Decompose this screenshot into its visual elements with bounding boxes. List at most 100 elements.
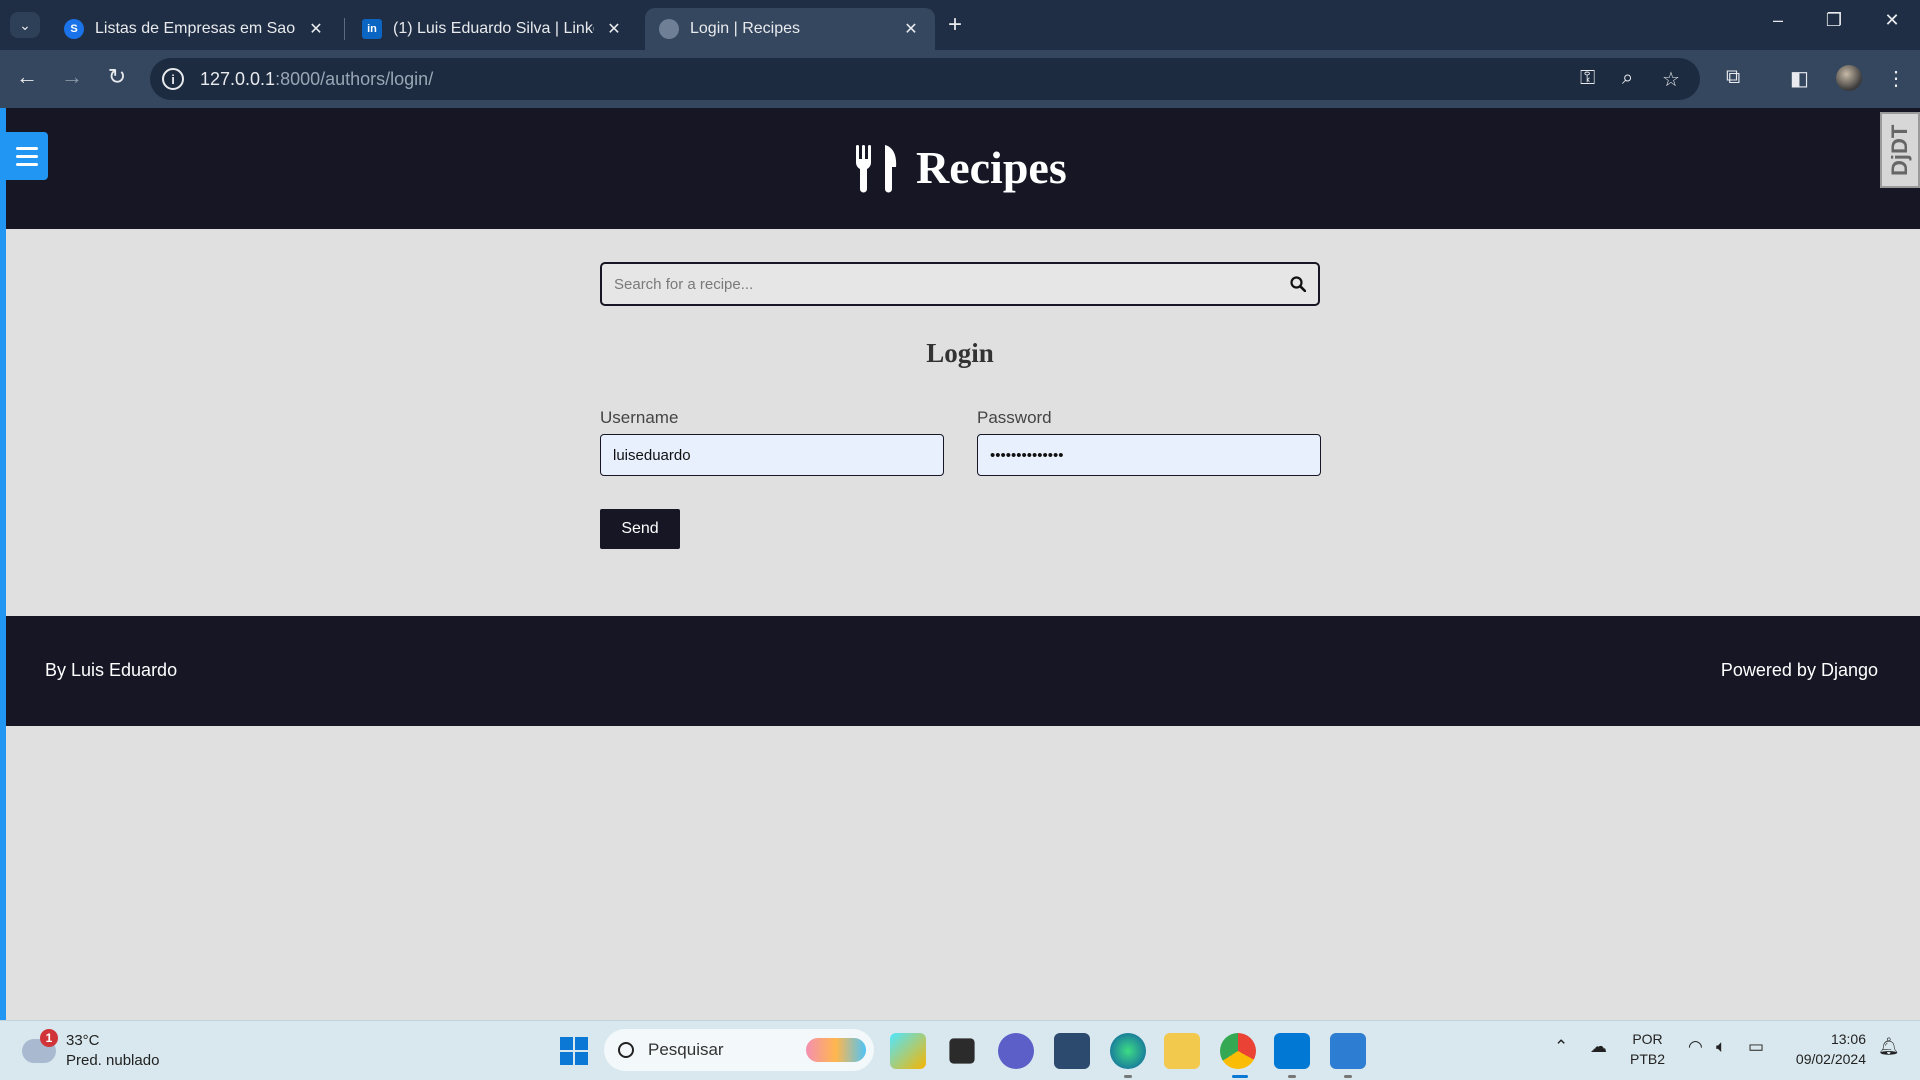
running-indicator xyxy=(1288,1075,1296,1078)
forecast: Pred. nublado xyxy=(66,1052,160,1069)
clock-date: 09/02/2024 xyxy=(1795,1051,1866,1067)
running-indicator xyxy=(1124,1075,1132,1078)
temperature: 33°C xyxy=(66,1032,100,1049)
extensions-icon[interactable]: ⧉ xyxy=(1726,66,1740,89)
password-field[interactable]: •••••••••••••• xyxy=(977,434,1321,476)
close-icon[interactable]: ✕ xyxy=(604,19,624,39)
tab-title: Listas de Empresas em Sao Paul xyxy=(95,20,296,37)
search-icon xyxy=(618,1042,634,1058)
url-text[interactable]: 127.0.0.1:8000/authors/login/ xyxy=(200,69,433,90)
hamburger-line xyxy=(16,162,38,166)
clock-time: 13:06 xyxy=(1830,1031,1866,1047)
vscode-icon[interactable] xyxy=(1274,1033,1310,1069)
site-header: Recipes DjDT xyxy=(6,108,1920,229)
minimize-button[interactable]: – xyxy=(1758,10,1798,31)
wifi-icon[interactable]: ◠ xyxy=(1688,1037,1703,1057)
linkedin-icon: in xyxy=(362,19,382,39)
footer-powered-by: Powered by Django xyxy=(1720,660,1878,680)
file-explorer-icon[interactable] xyxy=(1164,1033,1200,1069)
keyboard-layout: PTB2 xyxy=(1630,1051,1666,1067)
password-label: Password xyxy=(977,408,1052,427)
clock[interactable]: 13:06 09/02/2024 xyxy=(1786,1029,1866,1069)
mysql-workbench-icon[interactable] xyxy=(1054,1033,1090,1069)
language-code: POR xyxy=(1632,1031,1663,1047)
tab-empresas[interactable]: S Listas de Empresas em Sao Paul ✕ xyxy=(50,8,340,50)
url-host: 127.0.0.1 xyxy=(200,68,276,89)
language-indicator[interactable]: POR PTB2 xyxy=(1630,1029,1665,1069)
site-footer: By Luis Eduardo Powered by Django xyxy=(6,616,1920,726)
url-path: :8000/authors/login/ xyxy=(275,68,434,89)
brand-title: Recipes xyxy=(916,142,1067,193)
username-field[interactable]: luiseduardo xyxy=(600,434,944,476)
task-view-icon[interactable] xyxy=(949,1038,975,1064)
os-taskbar: 1 33°C Pred. nublado Pesquisar ⌃ ☁ POR P… xyxy=(0,1020,1920,1080)
address-bar[interactable]: i 127.0.0.1:8000/authors/login/ ⚿ ⌕ ☆ xyxy=(150,58,1700,100)
browser-tab-strip: ⌄ S Listas de Empresas em Sao Paul ✕ in … xyxy=(0,0,1920,50)
teams-icon[interactable] xyxy=(998,1033,1034,1069)
taskbar-search[interactable]: Pesquisar xyxy=(604,1029,874,1071)
close-icon[interactable]: ✕ xyxy=(306,19,326,39)
tab-search-button[interactable]: ⌄ xyxy=(10,12,40,38)
site-info-icon[interactable]: i xyxy=(162,68,184,90)
globe-icon xyxy=(659,19,679,39)
search-icon xyxy=(1290,276,1306,292)
site-logo[interactable]: Recipes xyxy=(852,141,1067,194)
running-indicator xyxy=(1344,1075,1352,1078)
search-highlight-icon xyxy=(806,1038,866,1062)
hamburger-line xyxy=(16,146,38,150)
edge-icon[interactable] xyxy=(1110,1033,1146,1069)
page-viewport: Recipes DjDT Login Username luiseduardo … xyxy=(0,108,1920,1020)
restore-button[interactable]: ❐ xyxy=(1814,10,1854,31)
search-input[interactable] xyxy=(602,264,1278,304)
windows-logo-pane xyxy=(575,1052,588,1065)
chevron-up-icon[interactable]: ⌃ xyxy=(1554,1037,1568,1057)
tab-divider xyxy=(344,18,345,40)
side-menu-edge xyxy=(0,108,6,1020)
key-icon[interactable]: ⚿ xyxy=(1580,67,1595,90)
send-button[interactable]: Send xyxy=(600,509,680,549)
profile-avatar[interactable] xyxy=(1836,65,1862,91)
tab-linkedin[interactable]: in (1) Luis Eduardo Silva | LinkedIn ✕ xyxy=(348,8,638,50)
running-indicator xyxy=(1232,1075,1248,1078)
forward-button[interactable]: → xyxy=(57,64,87,90)
cloud-icon: 1 xyxy=(22,1029,58,1063)
weather-widget[interactable]: 1 33°C Pred. nublado xyxy=(22,1029,160,1071)
more-menu-icon[interactable]: ⋮ xyxy=(1886,66,1906,91)
onedrive-icon[interactable]: ☁ xyxy=(1590,1037,1607,1057)
notification-badge: 1 xyxy=(40,1029,58,1047)
zoom-icon[interactable]: ⌕ xyxy=(1622,67,1633,90)
close-icon[interactable]: ✕ xyxy=(901,19,921,39)
battery-icon[interactable]: ▭ xyxy=(1748,1037,1764,1057)
menu-toggle-button[interactable] xyxy=(6,132,48,180)
star-icon[interactable]: ☆ xyxy=(1662,67,1680,92)
utensils-icon xyxy=(856,144,897,192)
notepad-icon[interactable] xyxy=(1330,1033,1366,1069)
copilot-icon[interactable] xyxy=(890,1033,926,1069)
chevron-down-icon: ⌄ xyxy=(19,16,31,33)
tab-title: (1) Luis Eduardo Silva | LinkedIn xyxy=(393,20,594,37)
debug-toolbar-handle[interactable]: DjDT xyxy=(1880,112,1920,188)
new-tab-button[interactable]: + xyxy=(948,12,962,38)
windows-logo-icon xyxy=(560,1037,573,1050)
globe-badge-icon: S xyxy=(64,19,84,39)
notifications-bell-icon[interactable]: 🔔︎ xyxy=(1878,1037,1900,1057)
taskbar-search-label: Pesquisar xyxy=(648,1040,724,1059)
tab-title: Login | Recipes xyxy=(690,20,800,37)
login-heading: Login xyxy=(926,338,994,368)
footer-author: By Luis Eduardo xyxy=(45,660,178,680)
search-box xyxy=(600,262,1320,306)
windows-logo-pane xyxy=(560,1052,573,1065)
windows-logo-pane xyxy=(575,1037,588,1050)
username-label: Username xyxy=(600,408,679,427)
chrome-icon[interactable] xyxy=(1220,1033,1256,1069)
start-button[interactable] xyxy=(556,1033,592,1069)
browser-toolbar: ← → ↻ i 127.0.0.1:8000/authors/login/ ⚿ … xyxy=(0,50,1920,108)
reload-button[interactable]: ↻ xyxy=(102,64,132,90)
search-button[interactable] xyxy=(1278,264,1318,304)
tab-login-recipes[interactable]: Login | Recipes ✕ xyxy=(645,8,935,50)
side-panel-icon[interactable]: ◧ xyxy=(1790,66,1809,91)
back-button[interactable]: ← xyxy=(12,64,42,90)
volume-icon[interactable]: 🔈︎ xyxy=(1716,1037,1726,1057)
close-window-button[interactable]: ✕ xyxy=(1872,10,1912,31)
hamburger-line xyxy=(16,154,38,158)
